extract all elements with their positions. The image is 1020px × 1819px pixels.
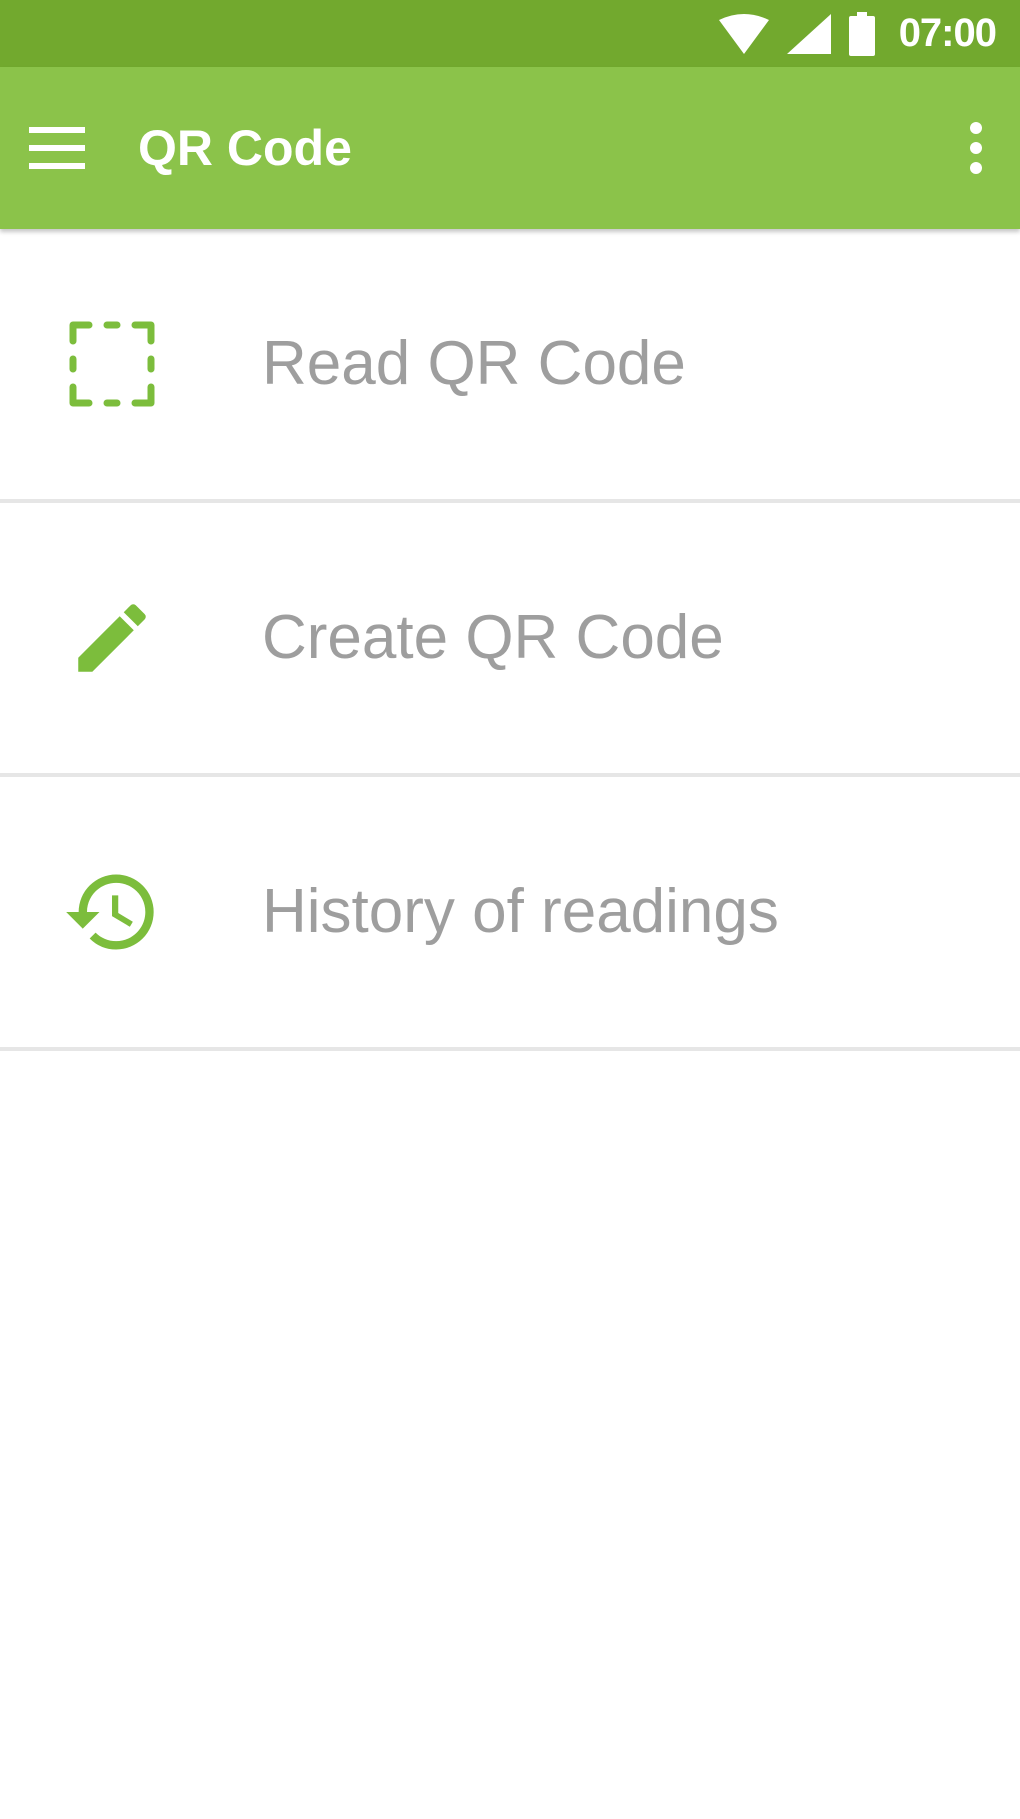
battery-icon: [848, 11, 875, 56]
status-icons: 07:00: [718, 0, 997, 67]
list-item-history-of-readings[interactable]: History of readings: [0, 777, 1020, 1051]
status-bar: 07:00: [0, 0, 1020, 67]
history-icon: [62, 862, 162, 962]
navigation-drawer-button[interactable]: [24, 117, 90, 183]
pencil-icon: [62, 588, 162, 688]
app-screen: 07:00 QR Code Read QR Code Create QR Cod…: [0, 0, 1020, 1819]
hamburger-menu-icon: [29, 126, 85, 174]
item-label: Read QR Code: [262, 329, 686, 398]
wifi-icon: [718, 13, 769, 54]
item-label: Create QR Code: [262, 603, 724, 672]
app-bar: QR Code: [0, 67, 1020, 229]
item-label: History of readings: [262, 877, 779, 946]
list-item-create-qr-code[interactable]: Create QR Code: [0, 503, 1020, 777]
scan-frame-icon: [62, 314, 162, 414]
more-vertical-icon: [968, 121, 984, 179]
main-menu-list: Read QR Code Create QR Code History of r…: [0, 229, 1020, 1051]
app-title: QR Code: [138, 120, 352, 176]
status-time: 07:00: [898, 11, 997, 55]
list-item-read-qr-code[interactable]: Read QR Code: [0, 229, 1020, 503]
overflow-menu-button[interactable]: [954, 112, 998, 188]
cellular-signal-icon: [786, 13, 831, 54]
